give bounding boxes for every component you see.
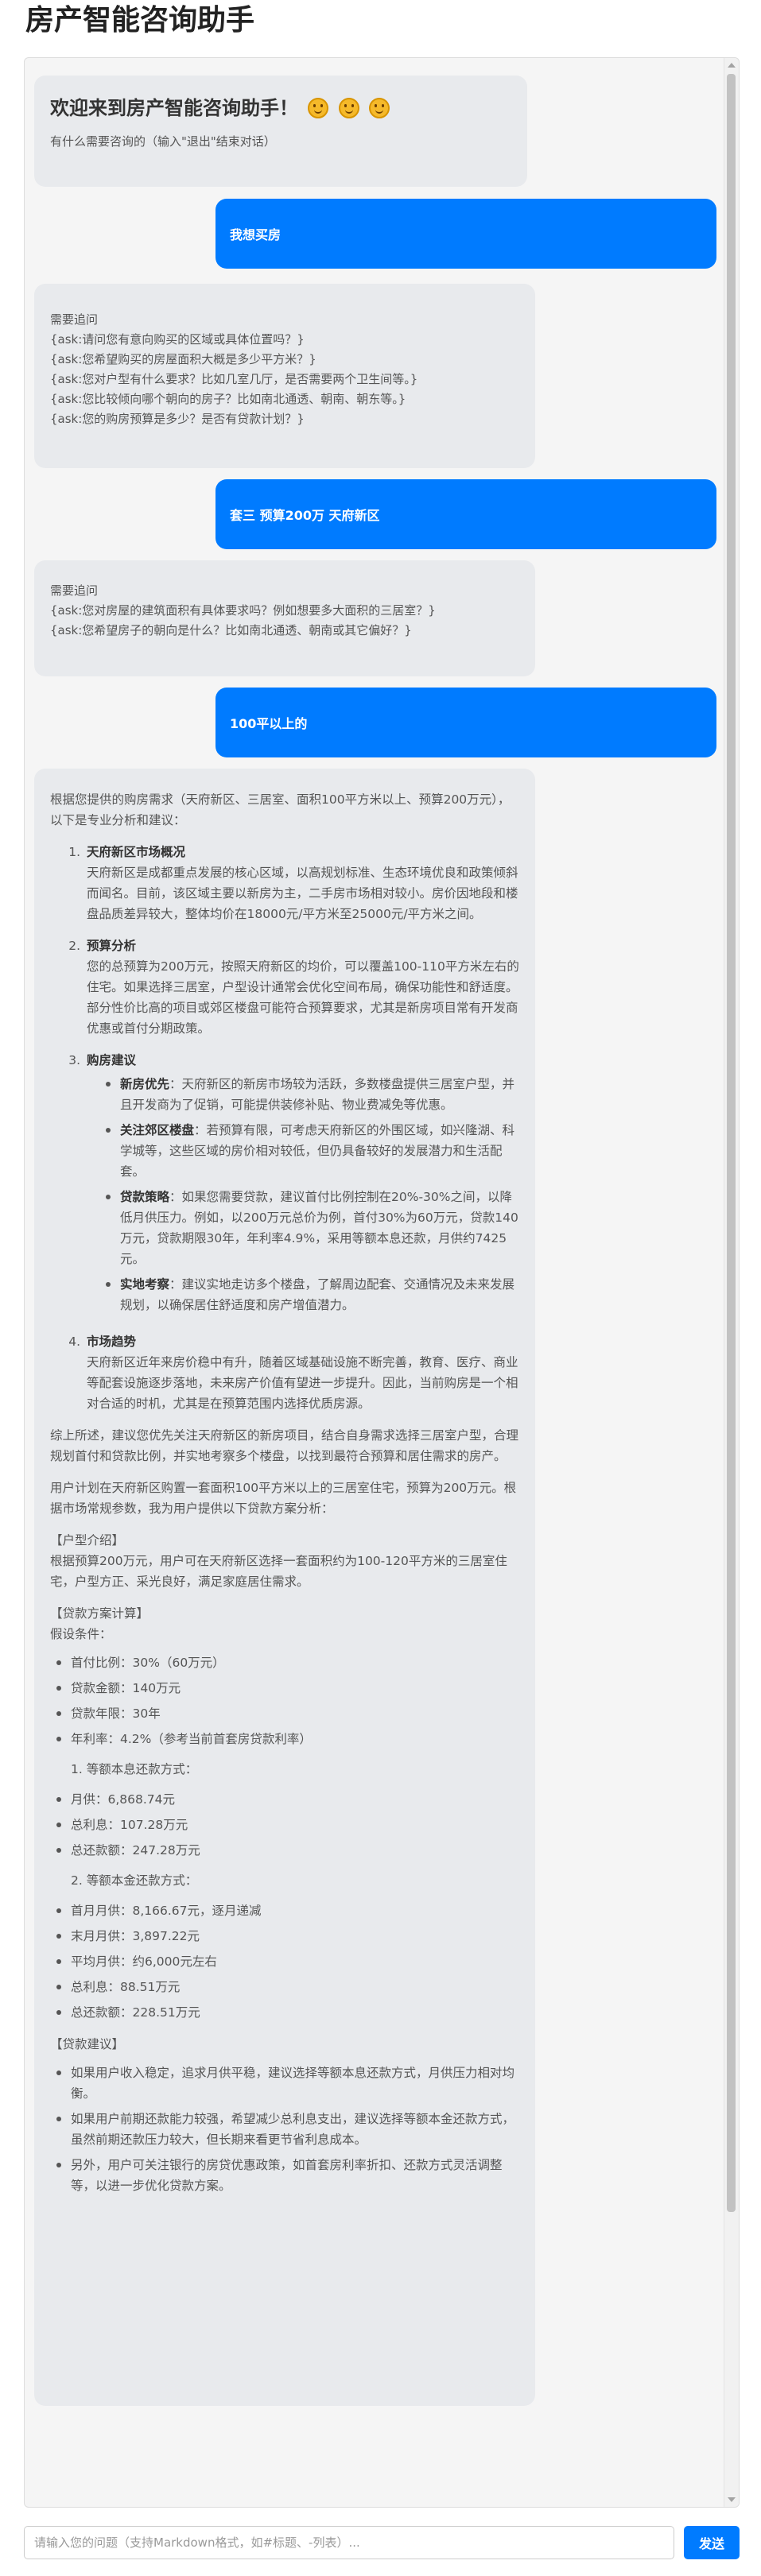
method-heading: 1. 等额本息还款方式： — [71, 1762, 198, 1776]
summary-text: 综上所述，建议您优先关注天府新区的新房项目，结合自身需求选择三居室户型，合理规划… — [50, 1428, 519, 1463]
scroll-down-arrow-icon[interactable] — [728, 2497, 736, 2502]
method-item: 总利息：107.28万元 — [50, 1815, 519, 1835]
suggestion-item: 另外，用户可关注银行的房贷优惠政策，如首套房利率折扣、还款方式灵活调整等，以进一… — [50, 2155, 519, 2196]
advice-list: 新房优先：天府新区的新房市场较为活跃，多数楼盘提供三居室户型，并且开发商为了促销… — [87, 1074, 519, 1315]
advice-heading: 贷款策略 — [120, 1190, 170, 1204]
user-message: 100平以上的 — [215, 688, 716, 757]
bot-message-analysis: 根据您提供的购房需求（天府新区、三居室、面积100平方米以上、预算200万元），… — [34, 769, 535, 2406]
method-item: 总利息：88.51万元 — [50, 1977, 519, 1997]
section-heading: 天府新区市场概况 — [87, 845, 186, 859]
scrollbar-thumb[interactable] — [727, 74, 736, 2212]
page-title: 房产智能咨询助手 — [25, 4, 255, 37]
assumption-item: 首付比例：30%（60万元） — [50, 1652, 519, 1673]
method1-list: 月供：6,868.74元 总利息：107.28万元 总还款额：247.28万元 — [50, 1789, 519, 1861]
user-message: 套三 预算200万 天府新区 — [215, 479, 716, 549]
section-text: 天府新区是成都重点发展的核心区域，以高规划标准、生态环境优良和政策倾斜而闻名。目… — [87, 866, 518, 921]
list-number: 4. — [68, 1334, 80, 1349]
advice-heading: 实地考察 — [120, 1277, 170, 1292]
advice-heading: 新房优先 — [120, 1077, 170, 1091]
message-line: {ask:您对房屋的建筑面积有具体要求吗？例如想要多大面积的三居室？} — [50, 603, 436, 618]
list-number: 2. — [68, 939, 80, 953]
message-line: 需要追问 — [50, 583, 99, 598]
welcome-subtitle: 有什么需要咨询的（输入"退出"结束对话） — [50, 134, 276, 149]
assumption-item: 年利率：4.2%（参考当前首套房贷款利率） — [50, 1729, 519, 1749]
welcome-title-text: 欢迎来到房产智能咨询助手！ — [50, 97, 298, 119]
question-input[interactable] — [24, 2526, 674, 2559]
message-line: {ask:您对户型有什么要求？比如几室几厅，是否需要两个卫生间等。} — [50, 372, 418, 386]
advice-heading: 关注郊区楼盘 — [120, 1123, 195, 1137]
plan-intro: 用户计划在天府新区购置一套面积100平方米以上的三居室住宅，预算为200万元。根… — [50, 1481, 517, 1516]
advice-item: 关注郊区楼盘：若预算有限，可考虑天府新区的外围区域，如兴隆湖、科学城等，这些区域… — [87, 1120, 519, 1182]
method-heading: 2. 等额本金还款方式： — [71, 1873, 198, 1888]
advice-text: ：如果您需要贷款，建议首付比例控制在20%-30%之间，以降低月供压力。例如，以… — [120, 1190, 518, 1266]
list-item: 3. 购房建议 新房优先：天府新区的新房市场较为活跃，多数楼盘提供三居室户型，并… — [50, 1050, 519, 1320]
method-item: 平均月供：约6,000元左右 — [50, 1951, 519, 1972]
unit-section: 【户型介绍】 根据预算200万元，用户可在天府新区选择一套面积约为100-120… — [50, 1530, 519, 1592]
advice-text: ：建议实地走访多个楼盘，了解周边配套、交通情况及未来发展规划，以确保居住舒适度和… — [120, 1277, 515, 1312]
suggestion-item: 如果用户前期还款能力较强，希望减少总利息支出，建议选择等额本金还款方式，虽然前期… — [50, 2109, 519, 2150]
unit-heading: 【户型介绍】 — [50, 1533, 125, 1548]
section-text: 您的总预算为200万元，按照天府新区的均价，可以覆盖100-110平方米左右的住… — [87, 959, 519, 1036]
advice-item: 贷款策略：如果您需要贷款，建议首付比例控制在20%-30%之间，以降低月供压力。… — [87, 1187, 519, 1269]
message-line: {ask:您的购房预算是多少？是否有贷款计划？} — [50, 412, 305, 426]
list-item: 1. 天府新区市场概况 天府新区是成都重点发展的核心区域，以高规划标准、生态环境… — [50, 842, 519, 924]
section-text: 天府新区近年来房价稳中有升，随着区域基础设施不断完善，教育、医疗、商业等配套设施… — [87, 1355, 518, 1411]
chat-box[interactable]: 欢迎来到房产智能咨询助手！ 有什么需要咨询的（输入"退出"结束对话） 我想买房 … — [24, 57, 740, 2508]
advice-item: 新房优先：天府新区的新房市场较为活跃，多数楼盘提供三居室户型，并且开发商为了促销… — [87, 1074, 519, 1115]
list-item: 4. 市场趋势 天府新区近年来房价稳中有升，随着区域基础设施不断完善，教育、医疗… — [50, 1331, 519, 1414]
analysis-intro: 根据您提供的购房需求（天府新区、三居室、面积100平方米以上、预算200万元），… — [50, 792, 511, 827]
unit-text: 根据预算200万元，用户可在天府新区选择一套面积约为100-120平方米的三居室… — [50, 1554, 507, 1589]
assumption-item: 贷款年限：30年 — [50, 1703, 519, 1724]
scroll-up-arrow-icon[interactable] — [728, 63, 736, 68]
assume-label: 假设条件： — [50, 1627, 112, 1641]
message-line: {ask:您希望购买的房屋面积大概是多少平方米？} — [50, 352, 316, 366]
message-line: {ask:您希望房子的朝向是什么？比如南北通透、朝南或其它偏好？} — [50, 623, 412, 637]
welcome-message: 欢迎来到房产智能咨询助手！ 有什么需要咨询的（输入"退出"结束对话） — [34, 76, 527, 187]
section-heading: 购房建议 — [87, 1053, 137, 1067]
loan-section: 【贷款方案计算】 假设条件： — [50, 1603, 519, 1644]
method-item: 月供：6,868.74元 — [50, 1789, 519, 1810]
loan-heading: 【贷款方案计算】 — [50, 1606, 149, 1621]
smiling-face-icon — [369, 98, 390, 118]
send-button[interactable]: 发送 — [684, 2526, 740, 2559]
message-line: 需要追问 — [50, 312, 99, 327]
smiling-face-icon — [338, 98, 359, 118]
list-number: 1. — [68, 845, 80, 859]
assumption-item: 贷款金额：140万元 — [50, 1678, 519, 1699]
bot-message: 需要追问 {ask:请问您有意向购买的区域或具体位置吗？} {ask:您希望购买… — [34, 284, 535, 468]
advice-text: ：天府新区的新房市场较为活跃，多数楼盘提供三居室户型，并且开发商为了促销，可能提… — [120, 1077, 515, 1112]
assumption-list: 首付比例：30%（60万元） 贷款金额：140万元 贷款年限：30年 年利率：4… — [50, 1652, 519, 1749]
section-heading: 预算分析 — [87, 939, 137, 953]
method-item: 末月月供：3,897.22元 — [50, 1926, 519, 1947]
user-message: 我想买房 — [215, 199, 716, 269]
method-item: 总还款额：228.51万元 — [50, 2002, 519, 2023]
suggest-heading: 【贷款建议】 — [50, 2037, 125, 2051]
suggestion-item: 如果用户收入稳定，追求月供平稳，建议选择等额本息还款方式，月供压力相对均衡。 — [50, 2063, 519, 2104]
method-item: 首月月供：8,166.67元，逐月递减 — [50, 1900, 519, 1921]
section-heading: 市场趋势 — [87, 1334, 137, 1349]
list-item: 2. 预算分析 您的总预算为200万元，按照天府新区的均价，可以覆盖100-11… — [50, 935, 519, 1039]
message-line: {ask:您比较倾向哪个朝向的房子？比如南北通透、朝南、朝东等。} — [50, 392, 406, 406]
smiling-face-icon — [308, 98, 329, 118]
message-line: {ask:请问您有意向购买的区域或具体位置吗？} — [50, 332, 305, 347]
suggestion-list: 如果用户收入稳定，追求月供平稳，建议选择等额本息还款方式，月供压力相对均衡。 如… — [50, 2063, 519, 2196]
scrollbar[interactable] — [724, 58, 739, 2507]
method2-list: 首月月供：8,166.67元，逐月递减 末月月供：3,897.22元 平均月供：… — [50, 1900, 519, 2023]
method-item: 总还款额：247.28万元 — [50, 1840, 519, 1861]
list-number: 3. — [68, 1053, 80, 1067]
welcome-title: 欢迎来到房产智能咨询助手！ — [50, 95, 511, 122]
bot-message: 需要追问 {ask:您对房屋的建筑面积有具体要求吗？例如想要多大面积的三居室？}… — [34, 560, 535, 676]
advice-item: 实地考察：建议实地走访多个楼盘，了解周边配套、交通情况及未来发展规划，以确保居住… — [87, 1274, 519, 1315]
